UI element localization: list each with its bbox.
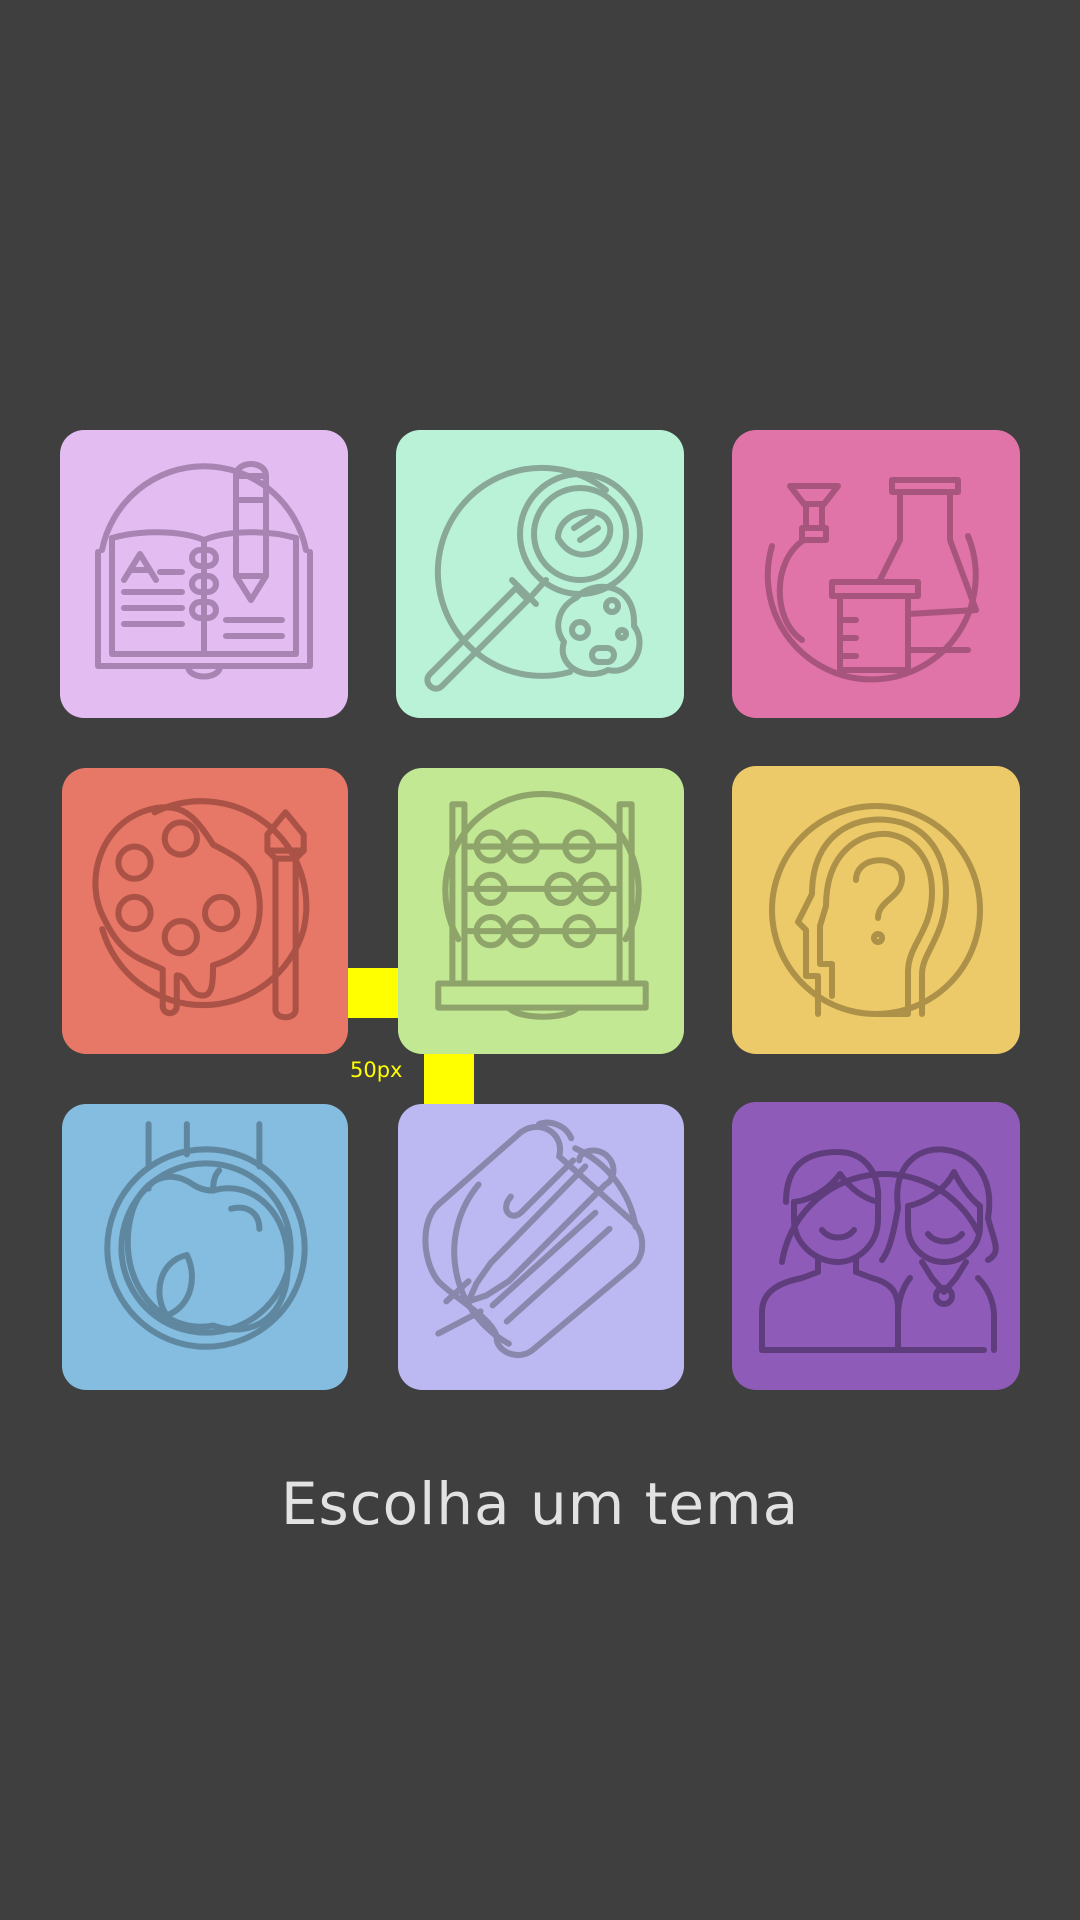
people-icon bbox=[759, 1146, 999, 1353]
pen-scroll-icon bbox=[422, 1119, 646, 1358]
theme-tile-writing[interactable] bbox=[60, 430, 348, 718]
spacing-indicator-horizontal bbox=[348, 968, 398, 1018]
page-title: Escolha um tema bbox=[280, 1470, 800, 1538]
book-pencil-icon bbox=[95, 461, 313, 680]
magnifier-microbe-icon bbox=[424, 464, 643, 692]
abacus-icon bbox=[435, 790, 649, 1020]
theme-tile-biology[interactable] bbox=[396, 430, 684, 718]
theme-tile-literature[interactable] bbox=[398, 1104, 684, 1390]
theme-tile-nutrition[interactable] bbox=[62, 1104, 348, 1390]
theme-tile-chemistry[interactable] bbox=[732, 430, 1020, 718]
apple-icon bbox=[104, 1121, 308, 1350]
paint-palette-icon bbox=[92, 798, 310, 1021]
head-question-icon bbox=[769, 803, 983, 1017]
theme-tile-sociology[interactable] bbox=[732, 1102, 1020, 1390]
theme-tile-math[interactable] bbox=[398, 768, 684, 1054]
theme-tile-art[interactable] bbox=[62, 768, 348, 1054]
theme-tile-philosophy[interactable] bbox=[732, 766, 1020, 1054]
lab-flasks-icon bbox=[764, 477, 979, 683]
spacing-indicator-vertical bbox=[424, 1054, 474, 1104]
spacing-label: 50px bbox=[350, 1058, 403, 1082]
